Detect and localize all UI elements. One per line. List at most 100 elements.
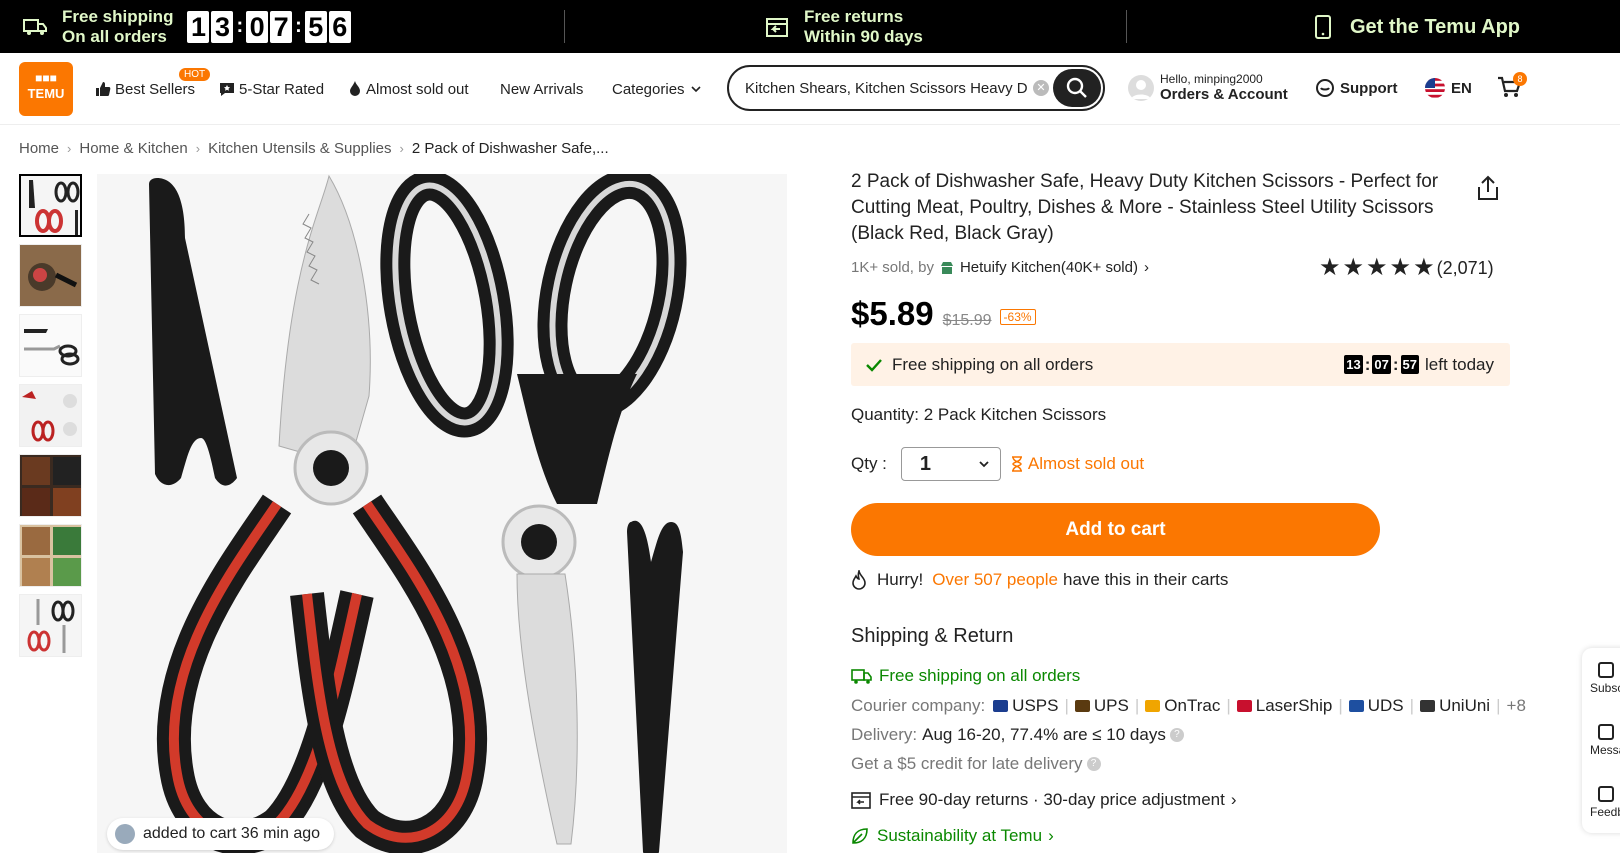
language-selector[interactable]: EN (1425, 78, 1472, 98)
delivery-label: Delivery: (851, 725, 918, 744)
buyer-avatar (115, 824, 135, 844)
nav-best-sellers[interactable]: Best Sellers (95, 76, 195, 102)
thumbnail[interactable] (19, 244, 82, 307)
nav-new-arrivals[interactable]: New Arrivals (500, 76, 583, 102)
free-shipping-title: Free shipping (62, 6, 174, 26)
search-button[interactable] (1053, 69, 1101, 107)
free-shipping-text: Free shipping on all orders (892, 354, 1094, 374)
search-input[interactable] (745, 79, 1027, 97)
star-icon: ★ (1389, 254, 1412, 281)
nav-categories[interactable]: Categories (612, 76, 706, 102)
nav-five-star-rated[interactable]: 5-Star Rated (219, 76, 324, 102)
divider: | (1338, 696, 1343, 715)
hurry-notice: Hurry! Over 507 people have this in thei… (851, 570, 1228, 590)
usps-icon (993, 700, 1009, 712)
help-icon[interactable]: ? (1086, 757, 1101, 771)
courier-label: Courier company: (851, 696, 986, 715)
add-to-cart-button[interactable]: Add to cart (851, 503, 1380, 556)
cart-button[interactable]: 8 (1496, 72, 1527, 105)
rating-summary[interactable]: ★ ★ ★ ★ ★ (2,071) (1319, 256, 1494, 280)
truck-icon (23, 18, 47, 35)
star-icon: ★ (1342, 254, 1365, 281)
timer-colon: : (1392, 354, 1399, 374)
side-feedback[interactable]: Feedb (1590, 786, 1620, 819)
sustainability-row[interactable]: Sustainability at Temu › (851, 826, 1054, 846)
thumbnail[interactable] (19, 594, 82, 657)
get-app-promo[interactable]: Get the Temu App (1310, 0, 1520, 53)
thumbnail[interactable] (19, 454, 82, 517)
ontrac-icon (1145, 700, 1161, 712)
thumbnail[interactable] (19, 524, 82, 587)
lasership-icon (1236, 700, 1252, 712)
free-returns-promo[interactable]: Free returns Within 90 days (764, 0, 923, 53)
courier-ups: UPS (1074, 696, 1129, 716)
nav-new-arrivals-label: New Arrivals (500, 80, 584, 98)
returns-row[interactable]: Free 90-day returns · 30-day price adjus… (851, 790, 1237, 810)
hurry-prefix: Hurry! (877, 570, 924, 589)
countdown-digit: 1 (187, 10, 210, 43)
hurry-count: Over 507 people (932, 570, 1058, 589)
scissors-side-thumb-image (20, 315, 81, 376)
countdown-digit: 5 (304, 10, 327, 43)
account-greeting: Hello, minping2000 (1160, 72, 1263, 86)
countdown-digit: 0 (246, 10, 269, 43)
orders-account-label: Orders & Account (1160, 86, 1288, 103)
nav-categories-label: Categories (612, 80, 685, 98)
promo-countdown: 1 3 : 0 7 : 5 6 (187, 10, 352, 43)
timer-hours: 13 (1344, 355, 1363, 374)
breadcrumb-home-kitchen[interactable]: Home & Kitchen (79, 140, 187, 157)
quantity-select[interactable]: 1 (900, 447, 1001, 481)
return-box-icon (851, 792, 871, 809)
main-product-image[interactable] (97, 174, 787, 853)
delivery-value: Aug 16-20, 77.4% are ≤ 10 days (922, 725, 1166, 744)
account-menu[interactable]: Hello, minping2000 Orders & Account (1128, 72, 1288, 103)
free-shipping-promo[interactable]: Free shipping On all orders 1 3 : 0 7 : … (22, 0, 353, 53)
share-button[interactable] (1476, 175, 1500, 206)
chevron-down-icon (690, 86, 701, 93)
quantity-value: 1 (919, 452, 932, 475)
nav-five-star-label: 5-Star Rated (239, 80, 325, 98)
user-icon (1131, 79, 1151, 99)
nav-almost-sold-out[interactable]: Almost sold out (348, 76, 469, 102)
courier-uniuni: UniUni (1420, 696, 1490, 716)
free-shipping-subtitle: On all orders (62, 26, 167, 46)
uds-icon (1348, 700, 1364, 712)
checkmark-icon (866, 358, 882, 372)
courier-name: UPS (1093, 696, 1129, 715)
breadcrumb: Home › Home & Kitchen › Kitchen Utensils… (19, 140, 609, 157)
divider: | (1064, 696, 1069, 715)
almost-sold-out-label: Almost sold out (1011, 454, 1144, 474)
flame-outline-icon (852, 570, 866, 590)
qty-label: Qty : (851, 454, 887, 473)
support-link[interactable]: Support (1315, 78, 1398, 98)
side-messages[interactable]: Messa (1590, 724, 1620, 757)
breadcrumb-home[interactable]: Home (19, 140, 59, 157)
courier-lasership: LaserShip (1236, 696, 1332, 716)
clear-search-icon[interactable]: ✕ (1033, 80, 1049, 96)
countdown-colon: : (236, 15, 244, 37)
free-shipping-banner: Free shipping on all orders 13: 07: 57 l… (851, 343, 1510, 386)
timer-suffix: left today (1425, 354, 1494, 374)
thumbnail[interactable] (19, 384, 82, 447)
share-icon (1478, 175, 1498, 200)
more-couriers[interactable]: +8 (1507, 696, 1526, 716)
uniuni-icon (1420, 700, 1436, 712)
scissors-main-image (97, 174, 787, 853)
store-icon (940, 261, 953, 274)
feedback-icon (1598, 786, 1614, 802)
almost-sold-out-text: Almost sold out (1027, 454, 1145, 473)
breadcrumb-kitchen-utensils[interactable]: Kitchen Utensils & Supplies (208, 140, 391, 157)
thumbnail[interactable] (19, 314, 82, 377)
leaf-icon (852, 828, 868, 844)
thumbnail[interactable] (19, 174, 82, 237)
timer-minutes: 07 (1372, 355, 1391, 374)
support-label: Support (1340, 79, 1398, 97)
help-icon[interactable]: ? (1169, 728, 1184, 742)
seller-link[interactable]: Hetuify Kitchen(40K+ sold) (960, 259, 1138, 276)
hurry-suffix: have this in their carts (1062, 570, 1229, 589)
side-subscribe[interactable]: Subsc (1590, 662, 1620, 695)
sustainability-text: Sustainability at Temu (877, 826, 1043, 845)
countdown-colon: : (295, 15, 302, 37)
support-chat-icon (1316, 79, 1334, 97)
temu-logo[interactable]: ■■■ TEMU (19, 62, 73, 116)
